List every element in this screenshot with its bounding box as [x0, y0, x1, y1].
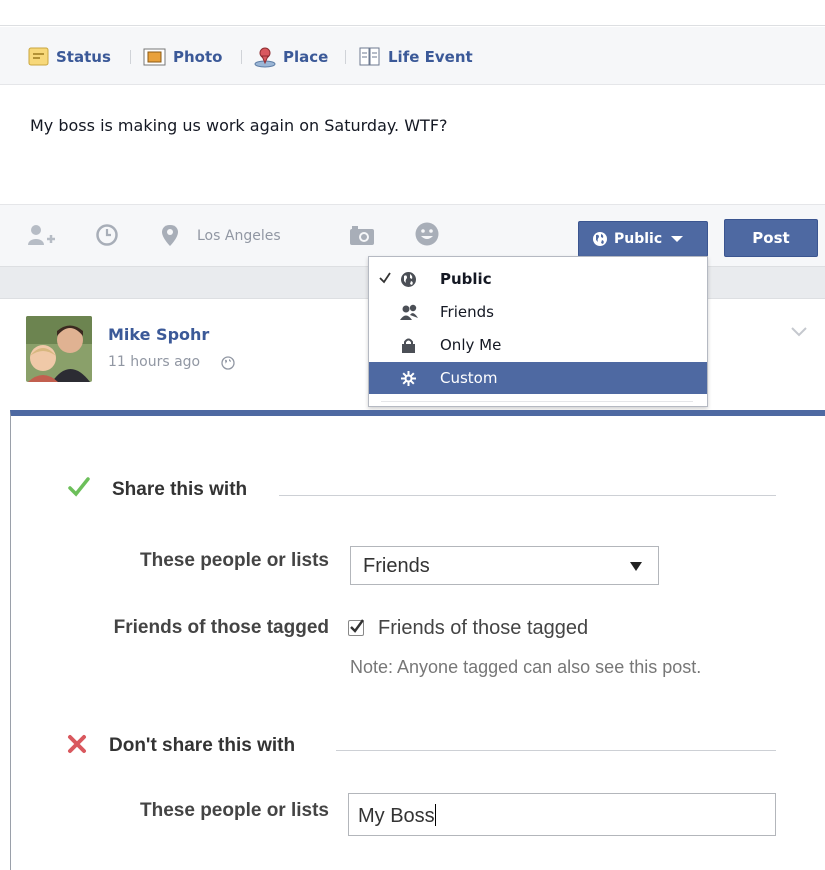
- menu-divider: [381, 401, 693, 402]
- text-cursor: [434, 804, 436, 826]
- audience-option-label: Only Me: [440, 336, 502, 354]
- avatar[interactable]: [26, 316, 92, 382]
- camera-icon[interactable]: [348, 225, 376, 252]
- section-divider: [279, 495, 776, 496]
- checkmark-icon: [350, 619, 364, 633]
- audience-option-only-me[interactable]: Only Me: [369, 329, 707, 361]
- custom-privacy-dialog: Share this with These people or lists Fr…: [10, 410, 825, 870]
- location-pin-icon[interactable]: [160, 223, 180, 254]
- checkmark-icon: [379, 272, 391, 284]
- tagged-note: Note: Anyone tagged can also see this po…: [350, 657, 702, 677]
- friends-icon: [400, 304, 418, 320]
- post-button[interactable]: Post: [724, 219, 818, 257]
- audience-option-label: Public: [440, 270, 492, 288]
- tab-life-event-label: Life Event: [388, 48, 473, 66]
- audience-menu: Public Friends Only Me Custom: [368, 256, 708, 407]
- tag-friends-icon[interactable]: [26, 223, 56, 254]
- top-strip: [0, 0, 825, 26]
- audience-option-public[interactable]: Public: [369, 263, 707, 295]
- tab-photo-label: Photo: [173, 48, 223, 66]
- chevron-down-icon: [630, 562, 642, 571]
- status-text: My boss is making us work again on Satur…: [30, 116, 448, 135]
- tab-divider: [345, 50, 346, 64]
- friends-of-tagged-checkbox[interactable]: [348, 619, 364, 636]
- tab-place[interactable]: Place: [253, 46, 328, 68]
- globe-icon: [593, 232, 607, 246]
- clock-icon[interactable]: [95, 223, 119, 252]
- tagged-row-label: Friends of those tagged: [113, 617, 329, 638]
- dont-share-section-title: Don't share this with: [109, 735, 296, 756]
- tab-photo[interactable]: Photo: [143, 46, 222, 68]
- tab-divider: [241, 50, 242, 64]
- tab-status[interactable]: Status: [28, 46, 111, 68]
- status-icon: [28, 47, 49, 66]
- audience-selector-label: Public: [614, 231, 663, 247]
- green-check-icon: [68, 477, 90, 502]
- share-people-select[interactable]: Friends: [350, 546, 659, 585]
- chevron-down-icon: [671, 236, 684, 242]
- photo-icon: [143, 48, 166, 66]
- share-people-label: These people or lists: [140, 550, 329, 571]
- status-textarea[interactable]: My boss is making us work again on Satur…: [0, 86, 825, 204]
- chevron-down-icon[interactable]: [790, 325, 808, 343]
- globe-icon: [221, 356, 235, 375]
- globe-icon: [401, 272, 416, 287]
- emoji-icon[interactable]: [414, 221, 440, 252]
- dont-share-people-label: These people or lists: [140, 800, 329, 821]
- red-x-icon: [67, 734, 87, 759]
- dont-share-people-input[interactable]: My Boss: [348, 793, 776, 836]
- audience-option-label: Friends: [440, 303, 494, 321]
- audience-option-custom[interactable]: Custom: [369, 362, 707, 394]
- friends-of-tagged-checkbox-label[interactable]: Friends of those tagged: [378, 617, 588, 640]
- gear-icon: [401, 371, 416, 386]
- tab-status-label: Status: [56, 48, 111, 66]
- tab-life-event[interactable]: Life Event: [358, 46, 473, 68]
- location-label: Los Angeles: [197, 228, 281, 244]
- story-author[interactable]: Mike Spohr: [108, 325, 209, 344]
- audience-selector-button[interactable]: Public: [578, 221, 708, 257]
- section-divider: [336, 750, 776, 751]
- composer-tabs: Status Photo Place Life Event: [0, 27, 825, 85]
- audience-option-label: Custom: [440, 369, 498, 387]
- story-timestamp[interactable]: 11 hours ago: [108, 354, 200, 370]
- share-people-value: Friends: [363, 555, 430, 577]
- audience-option-friends[interactable]: Friends: [369, 296, 707, 328]
- place-icon: [254, 47, 276, 68]
- dont-share-people-value: My Boss: [358, 805, 435, 827]
- share-section-title: Share this with: [112, 479, 248, 500]
- tab-divider: [130, 50, 131, 64]
- lock-icon: [402, 338, 415, 353]
- tab-place-label: Place: [283, 48, 329, 66]
- life-event-icon: [359, 47, 380, 66]
